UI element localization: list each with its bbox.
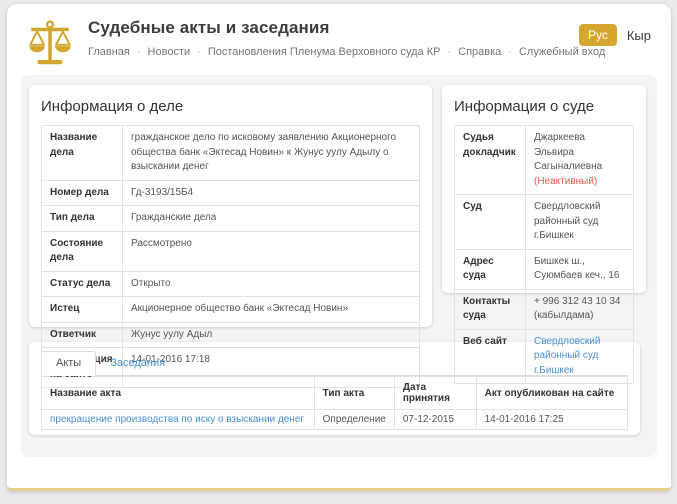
row-value: Бишкек ш., Суюмбаев кеч., 16 <box>526 249 634 289</box>
nav-item-plenum-resolutions[interactable]: Постановления Пленума Верховного суда КР <box>208 46 441 58</box>
nav-item-staff-login[interactable]: Служебный вход <box>519 46 605 58</box>
row-value: гражданское дело по исковому заявлению А… <box>123 126 420 181</box>
court-website-link[interactable]: Свердловский районный суд г.Бишкек <box>534 336 600 376</box>
nav-separator: · <box>508 46 512 58</box>
main-container: Судебные акты и заседания Главная · Ново… <box>7 4 671 491</box>
row-value: Акционерное общество банк «Эктесад Новин… <box>123 297 420 323</box>
court-info-table: Судья докладчик Джаркеева Эльвира Сагына… <box>454 125 634 384</box>
row-label: Название дела <box>42 126 123 181</box>
court-info-card: Информация о суде Судья докладчик Джарке… <box>442 85 646 293</box>
row-value: Гражданские дела <box>123 206 420 232</box>
act-date-accepted-cell: 07-12-2015 <box>394 410 476 430</box>
table-row: Суд Свердловский районный суд г.Бишкек <box>455 195 634 250</box>
case-card-title: Информация о деле <box>41 98 420 115</box>
judge-name: Джаркеева Эльвира Сагыналиевна <box>534 132 602 172</box>
nav-separator: · <box>197 46 201 58</box>
page-title: Судебные акты и заседания <box>88 18 579 38</box>
row-value: Свердловский районный суд г.Бишкек <box>526 329 634 384</box>
table-row: Ответчик Жунус уулу Адыл <box>42 322 420 348</box>
main-nav: Главная · Новости · Постановления Пленум… <box>88 46 579 58</box>
nav-separator: · <box>137 46 141 58</box>
act-name-cell: прекращение производства по иску о взыск… <box>42 410 315 430</box>
act-date-published-cell: 14-01-2016 17:25 <box>476 410 627 430</box>
table-row: Веб сайт Свердловский районный суд г.Биш… <box>455 329 634 384</box>
table-row: Номер дела Гд-3193/15Б4 <box>42 180 420 206</box>
table-row: Истец Акционерное общество банк «Эктесад… <box>42 297 420 323</box>
nav-item-help[interactable]: Справка <box>458 46 501 58</box>
row-value: Свердловский районный суд г.Бишкек <box>526 195 634 250</box>
row-label: Состояние дела <box>42 231 123 271</box>
row-label: Контакты суда <box>455 289 526 329</box>
table-row: Статус дела Открыто <box>42 271 420 297</box>
table-row: Адрес суда Бишкек ш., Суюмбаев кеч., 16 <box>455 249 634 289</box>
site-header: Судебные акты и заседания Главная · Ново… <box>7 4 671 75</box>
row-value: Гд-3193/15Б4 <box>123 180 420 206</box>
row-value: Жунус уулу Адыл <box>123 322 420 348</box>
row-value: Открыто <box>123 271 420 297</box>
table-row: Состояние дела Рассмотрено <box>42 231 420 271</box>
case-info-card: Информация о деле Название дела гражданс… <box>29 85 432 327</box>
row-label: Веб сайт <box>455 329 526 384</box>
table-row: Контакты суда + 996 312 43 10 34 (кабылд… <box>455 289 634 329</box>
row-label: Статус дела <box>42 271 123 297</box>
table-row: Название дела гражданское дело по исково… <box>42 126 420 181</box>
row-label: Суд <box>455 195 526 250</box>
row-label: Судья докладчик <box>455 126 526 195</box>
content-panel: Информация о деле Название дела гражданс… <box>21 75 657 457</box>
language-switcher: Рус Кыр <box>579 24 651 46</box>
act-type-cell: Определение <box>314 410 394 430</box>
tab-sessions[interactable]: Заседания <box>96 352 179 375</box>
header-text-block: Судебные акты и заседания Главная · Ново… <box>88 17 579 58</box>
row-value: Рассмотрено <box>123 231 420 271</box>
row-label: Номер дела <box>42 180 123 206</box>
court-card-title: Информация о суде <box>454 98 634 115</box>
judge-status-inactive: (Неактивный) <box>534 176 597 187</box>
table-row: Тип дела Гражданские дела <box>42 206 420 232</box>
tab-acts[interactable]: Акты <box>41 351 96 376</box>
case-info-table: Название дела гражданское дело по исково… <box>41 125 420 388</box>
table-row: Судья докладчик Джаркеева Эльвира Сагына… <box>455 126 634 195</box>
row-value: + 996 312 43 10 34 (кабылдама) <box>526 289 634 329</box>
act-row: прекращение производства по иску о взыск… <box>42 410 628 430</box>
nav-item-news[interactable]: Новости <box>148 46 191 58</box>
row-label: Адрес суда <box>455 249 526 289</box>
row-label: Ответчик <box>42 322 123 348</box>
row-label: Тип дела <box>42 206 123 232</box>
row-label: Истец <box>42 297 123 323</box>
nav-item-home[interactable]: Главная <box>88 46 130 58</box>
lang-kyr-link[interactable]: Кыр <box>627 28 651 43</box>
nav-separator: · <box>447 46 451 58</box>
lang-rus-button[interactable]: Рус <box>579 24 617 46</box>
scales-of-justice-icon <box>27 18 73 67</box>
act-link[interactable]: прекращение производства по иску о взыск… <box>50 414 304 425</box>
row-value: Джаркеева Эльвира Сагыналиевна (Неактивн… <box>526 126 634 195</box>
